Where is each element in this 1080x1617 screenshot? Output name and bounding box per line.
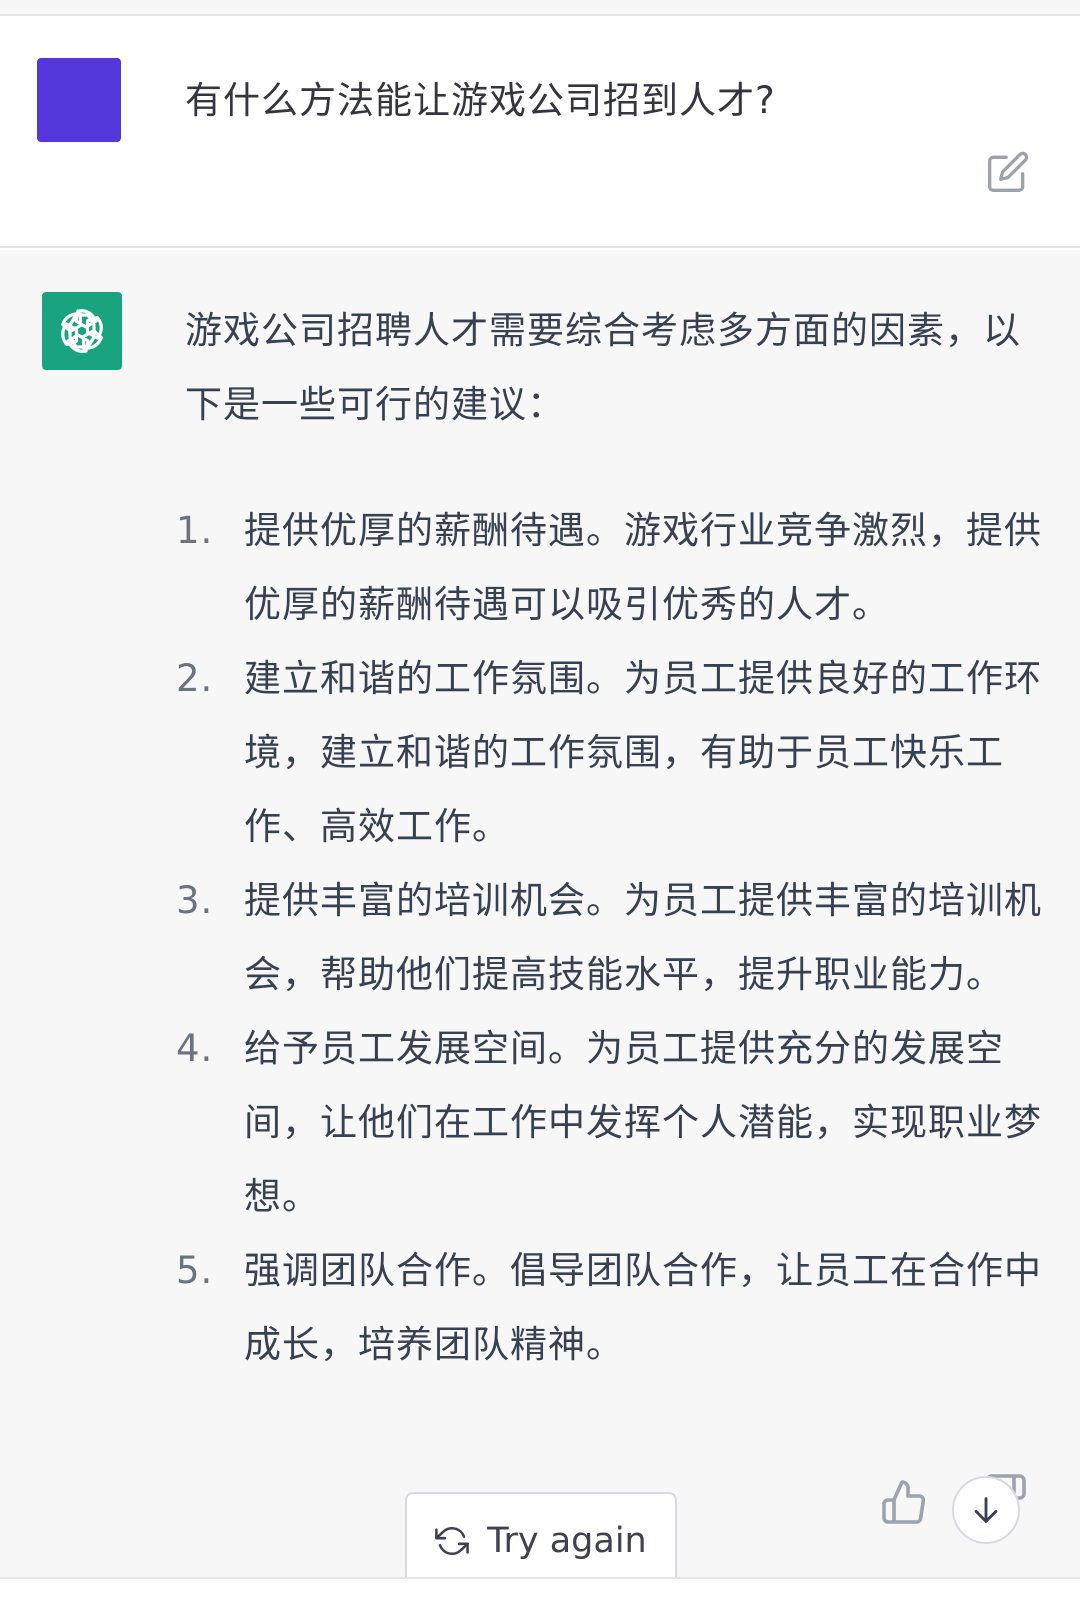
refresh-icon	[435, 1527, 470, 1555]
thumbs-up-icon[interactable]	[880, 1478, 928, 1526]
assistant-intro: 游戏公司招聘人才需要综合考虑多方面的因素，以下是一些可行的建议：	[185, 309, 1021, 426]
list-item-text: 提供丰富的培训机会。为员工提供丰富的培训机会，帮助他们提高技能水平，提升职业能力…	[244, 879, 1042, 996]
try-again-label: Try again	[487, 1521, 647, 1561]
user-avatar	[37, 58, 121, 142]
user-message: 有什么方法能让游戏公司招到人才?	[0, 16, 1080, 248]
list-item: 1. 提供优厚的薪酬待遇。游戏行业竞争激烈，提供优厚的薪酬待遇可以吸引优秀的人才…	[176, 494, 1046, 642]
top-strip	[0, 0, 1080, 16]
scroll-down-button[interactable]	[952, 1476, 1020, 1544]
list-item: 4. 给予员工发展空间。为员工提供充分的发展空间，让他们在工作中发挥个人潜能，实…	[176, 1012, 1046, 1234]
user-message-text: 有什么方法能让游戏公司招到人才?	[185, 79, 776, 122]
bottom-strip	[0, 1577, 1080, 1617]
arrow-down-icon	[974, 1497, 998, 1523]
list-item: 2. 建立和谐的工作氛围。为员工提供良好的工作环境，建立和谐的工作氛围，有助于员…	[176, 642, 1046, 864]
list-item-text: 强调团队合作。倡导团队合作，让员工在合作中成长，培养团队精神。	[244, 1249, 1042, 1366]
edit-icon[interactable]	[986, 150, 1030, 194]
assistant-message: 游戏公司招聘人才需要综合考虑多方面的因素，以下是一些可行的建议： 1. 提供优厚…	[0, 250, 1080, 1590]
list-item-text: 给予员工发展空间。为员工提供充分的发展空间，让他们在工作中发挥个人潜能，实现职业…	[244, 1027, 1042, 1218]
list-item-text: 提供优厚的薪酬待遇。游戏行业竞争激烈，提供优厚的薪酬待遇可以吸引优秀的人才。	[244, 509, 1042, 626]
list-item-text: 建立和谐的工作氛围。为员工提供良好的工作环境，建立和谐的工作氛围，有助于员工快乐…	[244, 657, 1042, 848]
answer-list: 1. 提供优厚的薪酬待遇。游戏行业竞争激烈，提供优厚的薪酬待遇可以吸引优秀的人才…	[176, 494, 1046, 1382]
list-number: 4.	[176, 1027, 214, 1070]
list-number: 3.	[176, 879, 214, 922]
list-item: 3. 提供丰富的培训机会。为员工提供丰富的培训机会，帮助他们提高技能水平，提升职…	[176, 864, 1046, 1012]
list-number: 5.	[176, 1249, 214, 1292]
try-again-button[interactable]: Try again	[405, 1492, 677, 1590]
list-number: 2.	[176, 657, 214, 700]
assistant-avatar	[42, 292, 122, 370]
list-number: 1.	[176, 509, 214, 552]
openai-logo-icon	[61, 309, 103, 353]
list-item: 5. 强调团队合作。倡导团队合作，让员工在合作中成长，培养团队精神。	[176, 1234, 1046, 1382]
